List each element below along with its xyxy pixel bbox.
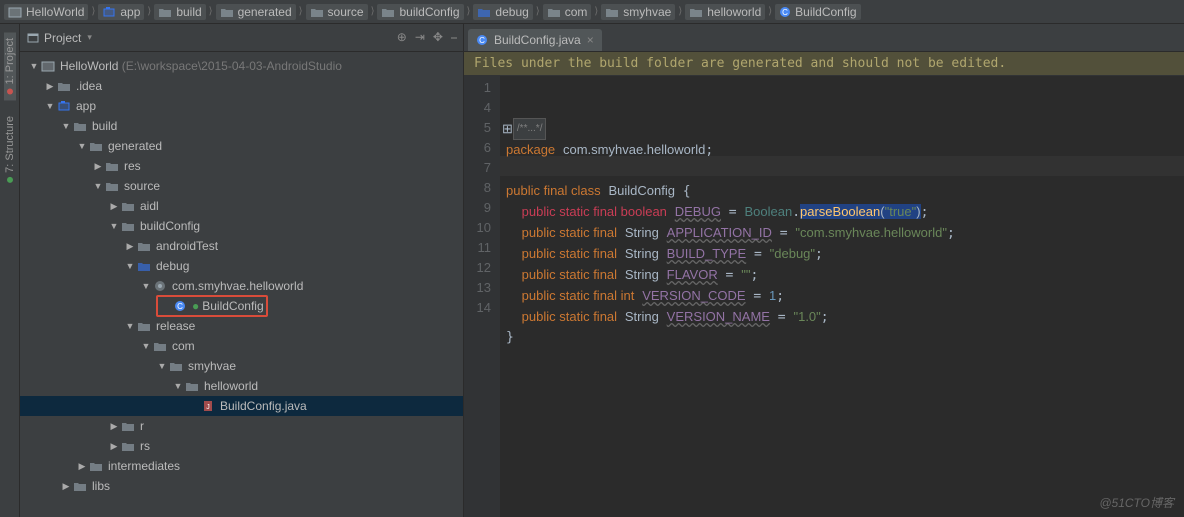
panel-action-hide[interactable]: ⎯ (451, 30, 457, 45)
breadcrumb-item[interactable]: generated (216, 4, 296, 20)
rail-tab[interactable]: 1: Project (4, 32, 16, 100)
tree-row[interactable]: ▶.idea (20, 76, 463, 96)
project-panel: Project ▾ ⊕ ⇥ ✥ ⎯ ▼HelloWorld (E:\worksp… (20, 24, 464, 517)
tree-row[interactable]: ▼debug (20, 256, 463, 276)
tree-row[interactable]: ▼app (20, 96, 463, 116)
tree-row[interactable]: ▶androidTest (20, 236, 463, 256)
panel-action-settings[interactable]: ✥ (433, 30, 443, 45)
svg-text:C: C (177, 302, 183, 311)
tree-row[interactable]: ▼source (20, 176, 463, 196)
breadcrumb-item[interactable]: CBuildConfig (775, 4, 860, 20)
generated-files-banner: Files under the build folder are generat… (464, 52, 1184, 76)
breadcrumb-item[interactable]: helloworld (685, 4, 765, 20)
watermark: @51CTO博客 (1099, 494, 1174, 511)
breadcrumb-item[interactable]: smyhvae (601, 4, 675, 20)
panel-title-text: Project (44, 31, 81, 45)
tree-row[interactable]: ▼release (20, 316, 463, 336)
editor-tab-bar: C BuildConfig.java × (464, 24, 1184, 52)
tree-row[interactable]: ▼smyhvae (20, 356, 463, 376)
code-editor[interactable]: 14567891011121314 ⊞/**...*/ package com.… (464, 76, 1184, 517)
breadcrumb-item[interactable]: build (154, 4, 205, 20)
close-icon[interactable]: × (587, 33, 594, 47)
rail-tab[interactable]: 7: Structure (4, 110, 16, 189)
svg-text:C: C (782, 8, 788, 17)
tab-label: BuildConfig.java (494, 33, 581, 47)
tree-row[interactable]: ▼com (20, 336, 463, 356)
tree-row[interactable]: ▶res (20, 156, 463, 176)
breadcrumb-item[interactable]: buildConfig (377, 4, 463, 20)
panel-actions: ⊕ ⇥ ✥ ⎯ (397, 30, 457, 45)
tree-row[interactable]: ▶libs (20, 476, 463, 496)
breadcrumb-item[interactable]: app (98, 4, 144, 20)
tree-row[interactable]: ▶rs (20, 436, 463, 456)
tree-row[interactable]: ▼com.smyhvae.helloworld (20, 276, 463, 296)
tree-row[interactable]: ▼build (20, 116, 463, 136)
breadcrumb-item[interactable]: com (543, 4, 592, 20)
line-gutter: 14567891011121314 (464, 76, 500, 517)
tree-row[interactable]: ▼buildConfig (20, 216, 463, 236)
tree-row[interactable]: ▼HelloWorld (E:\workspace\2015-04-03-And… (20, 56, 463, 76)
tree-row[interactable]: JBuildConfig.java (20, 396, 463, 416)
tree-row[interactable]: ▼helloworld (20, 376, 463, 396)
project-panel-header: Project ▾ ⊕ ⇥ ✥ ⎯ (20, 24, 463, 52)
tree-row[interactable]: ▼generated (20, 136, 463, 156)
breadcrumb-item[interactable]: debug (473, 4, 532, 20)
editor-area: C BuildConfig.java × Files under the bui… (464, 24, 1184, 517)
editor-tab[interactable]: C BuildConfig.java × (468, 29, 602, 51)
breadcrumb: HelloWorld⟩app⟩build⟩generated⟩source⟩bu… (0, 0, 1184, 24)
svg-text:J: J (206, 404, 210, 411)
tree-row[interactable]: ▶aidl (20, 196, 463, 216)
project-icon (26, 31, 40, 45)
tree-row[interactable]: ▶intermediates (20, 456, 463, 476)
breadcrumb-item[interactable]: HelloWorld (4, 4, 88, 20)
panel-action-target[interactable]: ⊕ (397, 30, 407, 45)
java-class-icon: C (476, 34, 488, 46)
svg-text:C: C (479, 36, 485, 45)
tool-rail: 1: Project 7: Structure (0, 24, 20, 517)
panel-title[interactable]: Project ▾ (26, 31, 92, 45)
code-content[interactable]: ⊞/**...*/ package com.smyhvae.helloworld… (500, 76, 1184, 517)
panel-action-collapse[interactable]: ⇥ (415, 30, 425, 45)
tree-row[interactable]: ▶r (20, 416, 463, 436)
breadcrumb-item[interactable]: source (306, 4, 368, 20)
project-tree[interactable]: ▼HelloWorld (E:\workspace\2015-04-03-And… (20, 52, 463, 517)
